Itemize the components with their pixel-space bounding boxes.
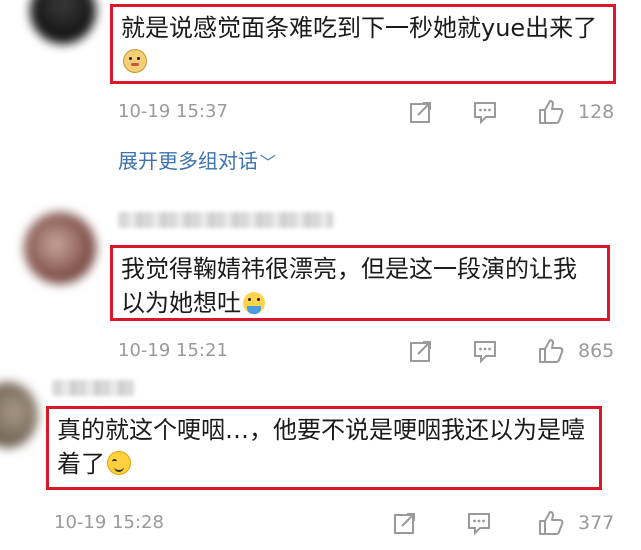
comment-icon[interactable] xyxy=(472,99,498,125)
comment-text-box: 真的就这个哽咽…，他要不说是哽咽我还以为是噎着了 xyxy=(46,406,602,490)
comment-icon[interactable] xyxy=(466,510,492,536)
comment-text: 我觉得鞠婧祎很漂亮，但是这一段演的让我以为她想吐 xyxy=(121,255,577,317)
like-icon[interactable] xyxy=(538,510,564,536)
comment-text-box: 就是说感觉面条难吃到下一秒她就yue出来了 xyxy=(110,4,616,84)
avatar[interactable] xyxy=(0,382,38,448)
avatar[interactable] xyxy=(24,212,96,284)
dizzy-face-icon xyxy=(107,451,131,475)
comment-text-box: 我觉得鞠婧祎很漂亮，但是这一段演的让我以为她想吐 xyxy=(110,245,610,321)
doge-icon xyxy=(123,49,147,73)
avatar[interactable] xyxy=(30,0,96,44)
username[interactable] xyxy=(52,380,134,396)
expand-conversations-link[interactable]: 展开更多组对话 ﹀ xyxy=(118,145,276,174)
share-icon[interactable] xyxy=(408,99,434,125)
comment-text: 真的就这个哽咽…，他要不说是哽咽我还以为是噎着了 xyxy=(57,416,585,478)
like-count: 377 xyxy=(578,512,615,534)
like-icon[interactable] xyxy=(538,338,564,364)
like-count: 865 xyxy=(578,340,615,362)
share-icon[interactable] xyxy=(408,338,434,364)
expand-link-label: 展开更多组对话 xyxy=(118,149,258,173)
share-icon[interactable] xyxy=(392,510,418,536)
timestamp: 10-19 15:28 xyxy=(54,512,164,533)
timestamp: 10-19 15:37 xyxy=(118,101,228,122)
username[interactable] xyxy=(118,212,333,228)
comment-text: 就是说感觉面条难吃到下一秒她就yue出来了 xyxy=(121,14,598,42)
vomit-face-icon xyxy=(243,292,265,314)
like-icon[interactable] xyxy=(538,99,564,125)
like-count: 128 xyxy=(578,101,615,123)
chevron-down-icon: ﹀ xyxy=(260,153,277,172)
timestamp: 10-19 15:21 xyxy=(118,340,228,361)
comment-icon[interactable] xyxy=(472,338,498,364)
